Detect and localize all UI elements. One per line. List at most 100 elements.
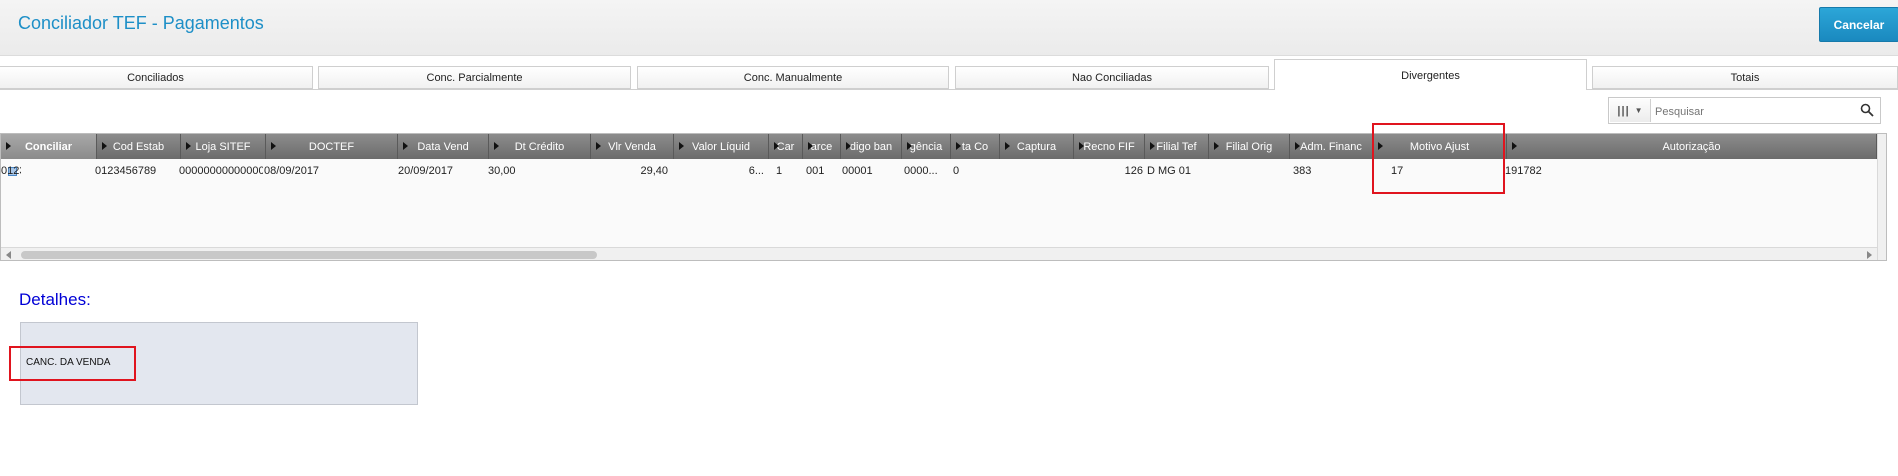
column-header[interactable]: gência [902,134,951,159]
sort-arrow-icon [846,142,851,150]
sort-arrow-icon [186,142,191,150]
table-cell: 0000000000000000000... [179,165,263,177]
column-header[interactable]: arce [803,134,841,159]
column-header[interactable]: DOCTEF [266,134,398,159]
column-header[interactable]: Valor Líquid [674,134,769,159]
table-cell [1209,161,1290,181]
tab-divergentes[interactable]: Divergentes [1274,59,1587,90]
column-header[interactable]: Cod Estab [97,134,181,159]
sort-arrow-icon [808,142,813,150]
columns-icon: ||| [1617,104,1630,117]
column-header[interactable]: Conciliar [1,134,97,159]
column-header-label: Data Vend [417,140,469,153]
table-cell: 00001 [842,165,873,177]
column-header-label: digo ban [849,140,893,153]
column-header[interactable]: Filial Orig [1209,134,1290,159]
search-input[interactable] [1653,100,1857,123]
column-header-label: Captura [1016,140,1057,153]
grid-header: Conciliar Cod Estab Loja SITEF DOCTEF Data V… [1,134,1886,159]
table-cell: 1 [776,165,783,177]
column-header[interactable]: Motivo Ajust [1373,134,1507,159]
column-header[interactable]: Car [769,134,803,159]
columns-button[interactable]: ||| ▼ [1610,99,1651,122]
column-header[interactable]: digo ban [841,134,902,159]
table-cell: 0 [953,165,960,177]
details-text: CANC. DA VENDA [26,357,111,368]
sort-arrow-icon [679,142,684,150]
scrollbar-thumb[interactable] [21,251,597,259]
sort-arrow-icon [1295,142,1300,150]
table-cell: 0123456789 [1,165,21,177]
sort-arrow-icon [596,142,601,150]
chevron-down-icon: ▼ [1634,106,1643,115]
table-cell: 17 [1391,165,1404,177]
tab-totais[interactable]: Totais [1592,66,1898,89]
column-header-label: Filial Orig [1225,140,1273,153]
column-header[interactable]: Filial Tef [1145,134,1209,159]
table-cell [999,161,1069,181]
sort-arrow-icon [1378,142,1383,150]
page-title: Conciliador TEF - Pagamentos [18,13,264,33]
column-header-label: Adm. Financ [1300,140,1362,153]
sort-arrow-icon [1079,142,1084,150]
column-header-label: arce [810,140,833,153]
column-header[interactable]: Captura [1000,134,1074,159]
divergences-grid: Conciliar Cod Estab Loja SITEF DOCTEF Data V… [0,133,1887,261]
sort-arrow-icon [403,142,408,150]
tab-conc-parcialmente[interactable]: Conc. Parcialmente [318,66,631,89]
tab-underline [0,89,1898,90]
tab-nao-conciliadas[interactable]: Nao Conciliadas [955,66,1269,89]
column-header-label: Motivo Ajust [1409,140,1470,153]
column-header[interactable]: Loja SITEF [181,134,266,159]
column-header[interactable]: ta Co [951,134,1000,159]
column-header[interactable]: Vlr Venda [591,134,674,159]
vertical-scrollbar[interactable] [1877,134,1886,260]
sort-arrow-icon [271,142,276,150]
column-header-label: Cod Estab [112,140,165,153]
table-cell: 0123456789 [95,165,157,177]
column-header[interactable]: Recno FIF [1074,134,1145,159]
scroll-right-icon[interactable] [1867,251,1872,259]
table-cell: 383 [1293,165,1312,177]
sort-arrow-icon [1512,142,1517,150]
column-header-label: ta Co [961,140,989,153]
details-title: Detalhes: [19,290,91,309]
column-header-label: Autorização [1662,140,1721,153]
column-header-label: Filial Tef [1156,140,1197,153]
table-cell: 29,40 [640,165,668,177]
column-header-label: Valor Líquid [692,140,750,153]
sort-arrow-icon [907,142,912,150]
sort-arrow-icon [102,142,107,150]
sort-arrow-icon [6,142,11,150]
sort-arrow-icon [1214,142,1219,150]
column-header-label: Recno FIF [1083,140,1135,153]
column-header[interactable]: Dt Crédito [489,134,591,159]
table-cell: 191782 [1505,165,1542,177]
scroll-left-icon[interactable] [6,251,11,259]
table-cell: 20/09/2017 [398,165,454,177]
tab-conciliados[interactable]: Conciliados [0,66,313,89]
table-cell: 001 [806,165,825,177]
search-icon[interactable] [1860,103,1874,117]
sort-arrow-icon [494,142,499,150]
column-header-label: Loja SITEF [195,140,251,153]
table-cell: 6... [748,165,764,177]
table-cell: 126 [1124,165,1143,177]
tab-conc-manualmente[interactable]: Conc. Manualmente [637,66,949,89]
sort-arrow-icon [774,142,779,150]
table-row[interactable]: 0123456789 0123456789 0000000000000000000.… [1,161,1886,181]
page-header: Conciliador TEF - Pagamentos Cancelar [0,0,1898,56]
column-header[interactable]: Adm. Financ [1290,134,1373,159]
horizontal-scrollbar[interactable] [1,247,1877,260]
search-bar: ||| ▼ [1608,97,1881,124]
sort-arrow-icon [956,142,961,150]
sort-arrow-icon [1005,142,1010,150]
column-header-label: Car [776,140,795,153]
table-cell: 30,00 [488,165,516,177]
column-header-label: Dt Crédito [514,140,565,153]
sort-arrow-icon [1150,142,1155,150]
column-header[interactable]: Autorização [1507,134,1877,159]
column-header[interactable]: Data Vend [398,134,489,159]
cancel-button[interactable]: Cancelar [1819,7,1898,42]
column-header-label: DOCTEF [308,140,355,153]
